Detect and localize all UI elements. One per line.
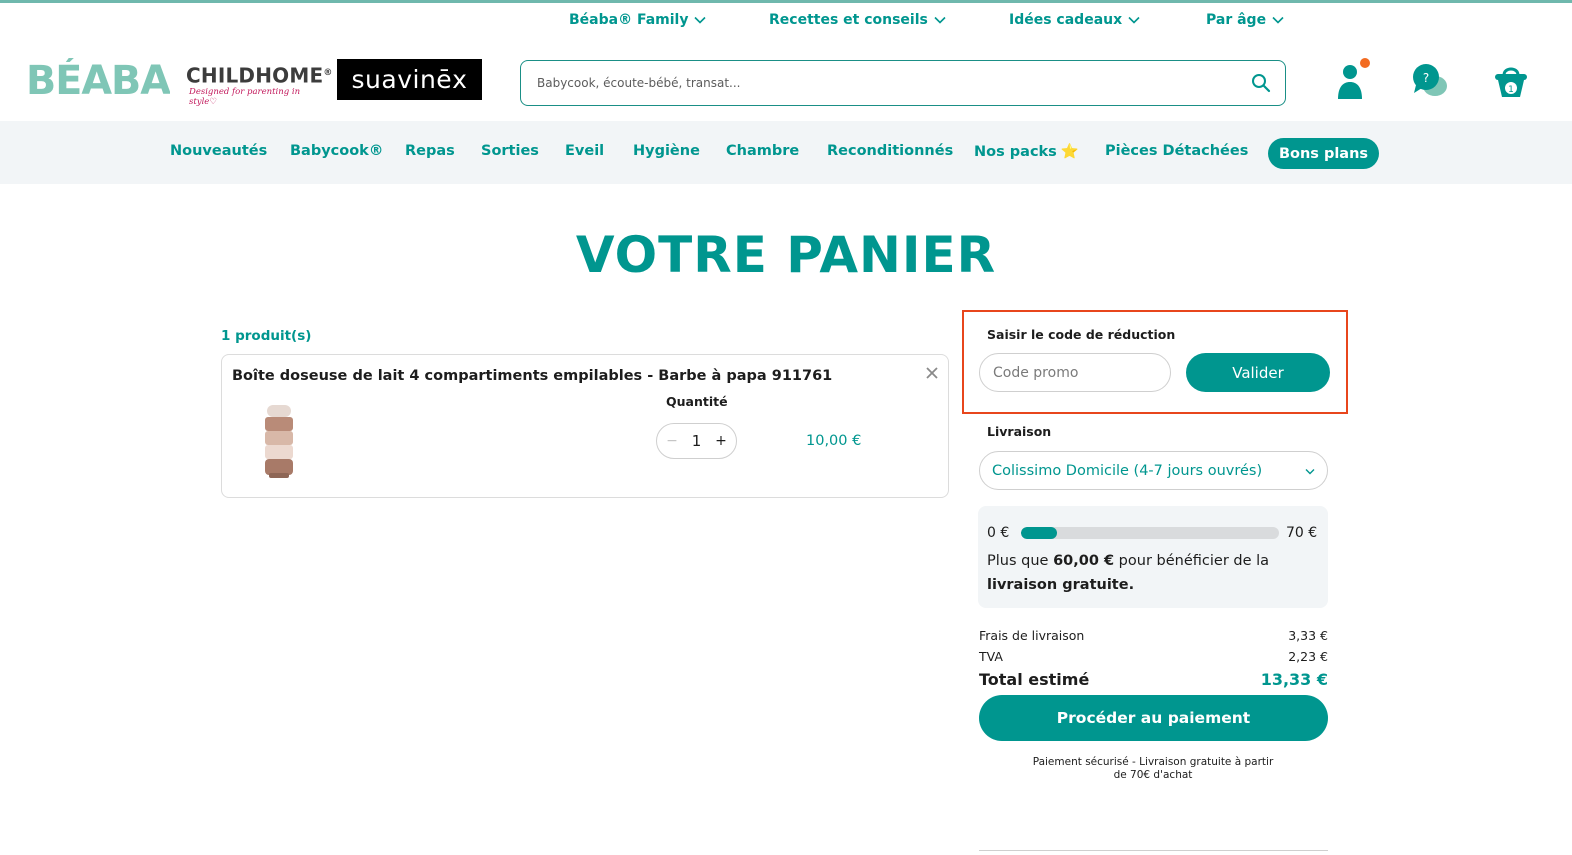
- shipping-select[interactable]: Colissimo Domicile (4-7 jours ouvrés): [979, 451, 1328, 490]
- category-pieces-detachees[interactable]: Pièces Détachées: [1105, 143, 1248, 159]
- chevron-down-icon: [934, 16, 946, 24]
- util-nav-label: Par âge: [1206, 12, 1267, 28]
- category-label: Pièces Détachées: [1105, 143, 1249, 159]
- product-count: 1 produit(s): [221, 328, 312, 344]
- shipping-label: Livraison: [987, 424, 1052, 439]
- shipping-fee-label: Frais de livraison: [979, 628, 1085, 643]
- util-nav-label: Recettes et conseils: [769, 12, 928, 28]
- tax-label: TVA: [979, 649, 1003, 664]
- category-chambre[interactable]: Chambre: [726, 143, 799, 159]
- tax-value: 2,23 €: [1288, 649, 1328, 664]
- category-label: Reconditionnés: [827, 143, 954, 159]
- chevron-down-icon: [1128, 16, 1140, 24]
- free-shipping-box: 0 € 70 € Plus que 60,00 € pour bénéficie…: [978, 506, 1328, 608]
- product-image[interactable]: [260, 403, 298, 481]
- cart-icon[interactable]: 1: [1492, 64, 1530, 100]
- account-icon[interactable]: [1335, 57, 1371, 101]
- beaba-logo-text: BÉABA: [26, 58, 170, 96]
- category-label: Bons plans: [1278, 145, 1369, 162]
- category-bons-plans[interactable]: Bons plans: [1268, 138, 1379, 169]
- category-repas[interactable]: Repas: [405, 143, 455, 159]
- chevron-down-icon: [694, 16, 707, 24]
- childhome-logo-text: CHILDHOME: [186, 63, 324, 88]
- help-symbol: ?: [1423, 71, 1429, 85]
- beaba-logo[interactable]: BÉABA: [26, 58, 170, 96]
- top-accent-line: [0, 0, 1572, 3]
- category-label: Chambre: [726, 143, 800, 159]
- product-price: 10,00 €: [806, 433, 862, 449]
- product-name[interactable]: Boîte doseuse de lait 4 compartiments em…: [232, 368, 832, 384]
- promo-code-input[interactable]: [979, 353, 1171, 392]
- remaining-amount: 60,00 €: [1053, 553, 1115, 569]
- util-nav-label: Idées cadeaux: [1009, 12, 1123, 28]
- childhome-logo[interactable]: CHILDHOME® Designed for parenting in sty…: [186, 62, 332, 107]
- suavinex-logo[interactable]: suavinēx: [337, 59, 482, 100]
- chevron-down-icon: [1305, 469, 1315, 475]
- category-label: Eveil: [565, 143, 605, 159]
- category-babycook[interactable]: Babycook®: [290, 143, 383, 159]
- util-nav-label: Béaba® Family: [569, 12, 689, 28]
- decrement-button[interactable]: −: [665, 433, 679, 449]
- util-nav-age[interactable]: Par âge: [1206, 12, 1284, 28]
- promo-label: Saisir le code de réduction: [987, 327, 1176, 342]
- msg-part: Plus que: [987, 553, 1054, 569]
- util-nav-gifts[interactable]: Idées cadeaux: [1009, 12, 1140, 28]
- star-icon: ⭐: [1060, 144, 1079, 160]
- util-nav-recipes[interactable]: Recettes et conseils: [769, 12, 946, 28]
- promo-code-section: Saisir le code de réduction Valider: [962, 310, 1348, 414]
- apply-promo-button[interactable]: Valider: [1186, 353, 1330, 392]
- category-nav: Nouveautés Babycook® Repas Sorties Eveil…: [0, 121, 1572, 184]
- progress-max-label: 70 €: [1286, 525, 1318, 541]
- total-row: Total estimé 13,33 €: [979, 670, 1328, 689]
- category-label: Babycook®: [290, 143, 384, 159]
- childhome-tagline: Designed for parenting in style♡: [189, 86, 301, 107]
- checkout-button[interactable]: Procéder au paiement: [979, 695, 1328, 741]
- shipping-selected-value: Colissimo Domicile (4-7 jours ouvrés): [992, 462, 1263, 479]
- page-title: VOTRE PANIER: [575, 226, 997, 284]
- cart-item-card: Boîte doseuse de lait 4 compartiments em…: [221, 354, 949, 498]
- category-nouveautes[interactable]: Nouveautés: [170, 143, 267, 159]
- category-label: Hygiène: [633, 143, 700, 159]
- category-label: Nos packs: [974, 143, 1057, 160]
- category-hygiene[interactable]: Hygiène: [633, 143, 700, 159]
- help-chat-icon[interactable]: ?: [1411, 63, 1449, 99]
- category-label: Sorties: [481, 143, 539, 159]
- tax-row: TVA 2,23 €: [979, 649, 1328, 664]
- secure-payment-note: Paiement sécurisé - Livraison gratuite à…: [1032, 756, 1274, 781]
- shipping-fee-row: Frais de livraison 3,33 €: [979, 628, 1328, 643]
- suavinex-logo-text: suavinēx: [351, 65, 468, 94]
- msg-bold: livraison gratuite.: [987, 577, 1135, 593]
- notification-dot: [1360, 58, 1370, 68]
- category-nos-packs[interactable]: Nos packs ⭐: [974, 143, 1079, 161]
- search-icon: [1252, 74, 1271, 93]
- free-shipping-progress: [1021, 527, 1279, 539]
- category-reconditionnes[interactable]: Reconditionnés: [827, 143, 953, 159]
- category-sorties[interactable]: Sorties: [481, 143, 539, 159]
- search-input[interactable]: [521, 61, 1237, 105]
- close-icon[interactable]: [924, 365, 940, 381]
- quantity-stepper: − +: [656, 423, 737, 459]
- utility-nav: Béaba® Family Recettes et conseils Idées…: [0, 12, 1572, 36]
- search-button[interactable]: [1237, 61, 1285, 105]
- shipping-fee-value: 3,33 €: [1288, 628, 1328, 643]
- category-eveil[interactable]: Eveil: [565, 143, 604, 159]
- free-shipping-message: Plus que 60,00 € pour bénéficier de la l…: [987, 549, 1307, 597]
- total-label: Total estimé: [979, 670, 1090, 689]
- search-bar: [520, 60, 1286, 106]
- category-label: Repas: [405, 143, 455, 159]
- util-nav-family[interactable]: Béaba® Family: [569, 12, 707, 28]
- progress-fill: [1021, 527, 1058, 539]
- quantity-label: Quantité: [666, 394, 728, 409]
- msg-part: pour bénéficier de la: [1114, 553, 1270, 569]
- quantity-input[interactable]: [684, 432, 709, 450]
- divider: [979, 850, 1328, 851]
- increment-button[interactable]: +: [714, 433, 728, 449]
- registered-mark: ®: [323, 68, 333, 78]
- category-label: Nouveautés: [170, 143, 268, 159]
- progress-min-label: 0 €: [987, 525, 1010, 541]
- cart-count-badge: 1: [1508, 85, 1514, 95]
- chevron-down-icon: [1272, 16, 1284, 24]
- total-value: 13,33 €: [1260, 670, 1328, 689]
